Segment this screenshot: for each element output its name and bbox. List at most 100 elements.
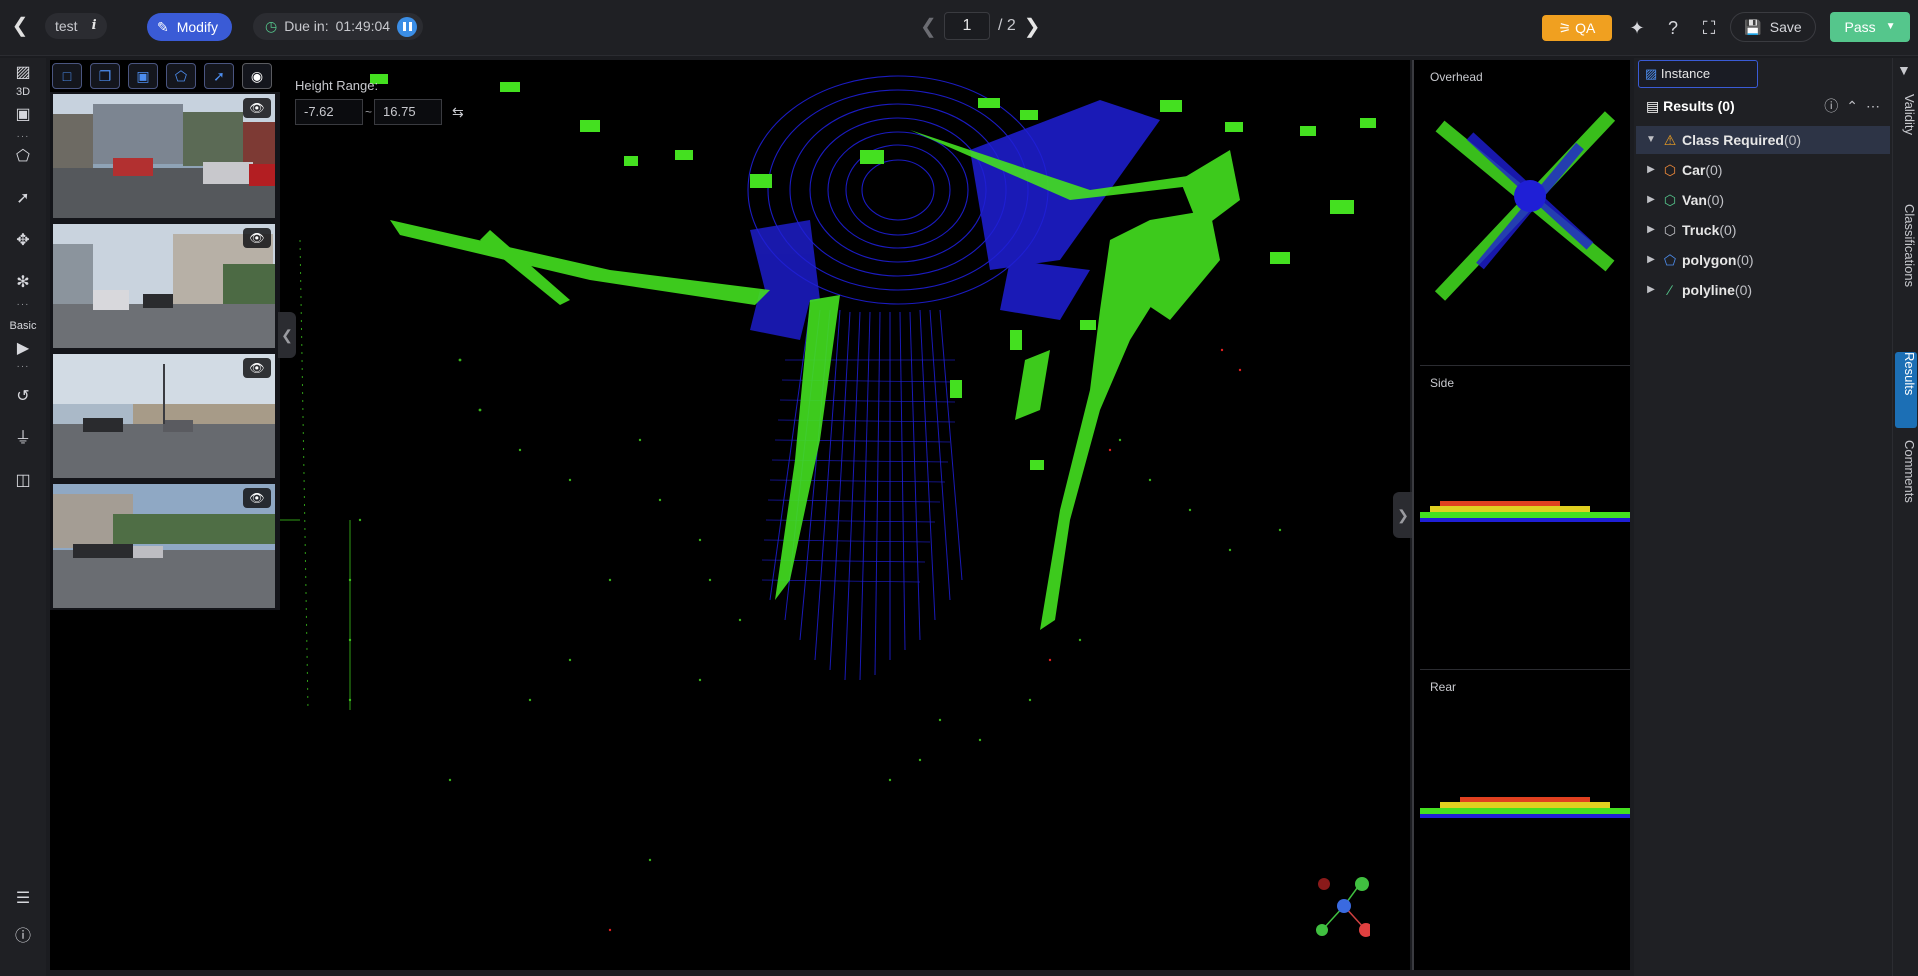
pass-button[interactable]: Pass ▼ (1830, 12, 1910, 42)
height-min-input[interactable]: -7.62 (295, 99, 363, 125)
results-row[interactable]: ▶ ⬡ Van (0) (1636, 186, 1890, 214)
line-tool-icon[interactable]: ➚ (204, 63, 234, 89)
camera-image[interactable]: 👁 (53, 484, 275, 608)
cuboid-tool-icon[interactable]: ❐ (90, 63, 120, 89)
results-row-count: (0) (1706, 192, 1725, 208)
save-button[interactable]: 💾 Save (1730, 12, 1816, 42)
rear-title: Rear (1430, 680, 1457, 694)
fullscreen-icon[interactable]: ⛶ (1696, 15, 1722, 41)
results-row[interactable]: ▼ ⚠ Class Required (0) (1636, 126, 1890, 154)
expand-caret-icon[interactable]: ▶ (1642, 156, 1660, 184)
axis-gizmo[interactable] (1310, 870, 1370, 940)
results-row[interactable]: ▶ ⬡ Truck (0) (1636, 216, 1890, 244)
collapse-camera-icon[interactable]: ❮ (278, 312, 296, 358)
expand-caret-icon[interactable]: ▶ (1642, 276, 1660, 304)
left-toolbar: ▨ 3D ▣ ··· ⬠ ➚ ✥ ✻ ··· Basic ▶ ··· ↺ ⏚ ◫… (0, 58, 46, 976)
help-icon[interactable]: ? (1660, 15, 1686, 41)
chevron-down-icon: ▼ (1885, 21, 1896, 32)
results-row-count: (0) (1736, 252, 1754, 268)
street-photo (53, 354, 275, 478)
polygon-tool-icon[interactable]: ⬠ (10, 144, 36, 170)
polygon-icon: ⬠ (1663, 252, 1677, 268)
results-actions: ⓘ ⌃ ⋯ (1824, 94, 1880, 118)
results-row[interactable]: ▶ ⬡ Car (0) (1636, 156, 1890, 184)
results-row[interactable]: ▶ ⬠ polygon (0) (1636, 246, 1890, 274)
side-view[interactable]: Side (1420, 366, 1630, 670)
instance-tab[interactable]: ▨ Instance (1638, 60, 1758, 88)
back-arrow-icon[interactable]: ❮ (8, 14, 32, 38)
height-range-label: Height Range: (295, 78, 379, 93)
overhead-view[interactable]: Overhead (1420, 60, 1630, 366)
qa-button[interactable]: ⚞ QA (1542, 15, 1612, 41)
box-tool-icon[interactable]: ▣ (128, 63, 158, 89)
results-row-name: Truck (1682, 222, 1720, 238)
cube-icon: ▨ (1645, 66, 1658, 81)
expand-caret-icon[interactable]: ▼ (1642, 126, 1660, 154)
tab-classifications[interactable]: Classifications (1895, 204, 1917, 334)
move-tool-icon[interactable]: ✥ (10, 228, 36, 254)
filter-icon[interactable]: ▼ (1897, 62, 1911, 78)
task-pill: test i (45, 13, 107, 39)
ai-annotate-icon[interactable]: ▣ (10, 102, 36, 128)
line-tool-icon[interactable]: ➚ (10, 186, 36, 212)
tab-validity[interactable]: Validity (1895, 94, 1917, 194)
camera-toolbar: □ ❐ ▣ ⬠ ➚ ◉ (52, 63, 272, 89)
collapse-all-icon[interactable]: ⌃ (1846, 94, 1858, 118)
height-max-input[interactable]: 16.75 (374, 99, 443, 125)
eye-icon[interactable]: 👁 (243, 98, 271, 118)
page-input[interactable]: 1 (944, 12, 990, 40)
align-tool-icon[interactable]: ◫ (10, 468, 36, 494)
pause-icon[interactable] (397, 16, 418, 37)
polygon-tool-icon[interactable]: ⬠ (166, 63, 196, 89)
settings-sliders-icon[interactable]: ☰ (10, 886, 36, 912)
due-time: 01:49:04 (335, 18, 391, 34)
more-dots-icon[interactable]: ··· (14, 300, 32, 310)
expand-caret-icon[interactable]: ▶ (1642, 186, 1660, 214)
point-tool-icon[interactable]: ◉ (242, 63, 272, 89)
expand-caret-icon[interactable]: ▶ (1642, 216, 1660, 244)
results-header: ▤ Results (0) ⓘ ⌃ ⋯ (1646, 94, 1886, 118)
help-icon[interactable]: ⓘ (1824, 94, 1838, 118)
eye-icon[interactable]: 👁 (243, 228, 271, 248)
pass-label: Pass (1844, 19, 1876, 35)
side-title: Side (1430, 376, 1455, 390)
results-row-name: Van (1682, 192, 1707, 208)
edit-icon: ✎ (157, 19, 169, 35)
segment-tool-icon[interactable]: ✻ (10, 270, 36, 296)
instance-tab-label: Instance (1660, 66, 1711, 81)
red-points (608, 348, 1242, 932)
results-row-count: (0) (1719, 222, 1737, 238)
tab-comments[interactable]: Comments (1895, 440, 1917, 540)
rect-tool-icon[interactable]: □ (52, 63, 82, 89)
prev-page-icon[interactable]: ❮ (920, 14, 937, 39)
camera-image[interactable]: 👁 (53, 354, 275, 478)
filter-icon[interactable]: ⏚ (10, 426, 36, 452)
next-page-icon[interactable]: ❯ (1024, 14, 1041, 39)
page-total: / 2 (998, 17, 1016, 34)
history-icon[interactable]: ↺ (10, 384, 36, 410)
info-icon[interactable]: i (92, 13, 97, 39)
eye-icon[interactable]: 👁 (243, 488, 271, 508)
results-row[interactable]: ▶ ∕ polyline (0) (1636, 276, 1890, 304)
task-name: test (55, 18, 78, 34)
height-range-separator: ~ (365, 105, 373, 119)
eye-icon[interactable]: 👁 (243, 358, 271, 378)
camera-image[interactable]: 👁 (53, 94, 275, 218)
cube-icon[interactable]: ▨ (10, 60, 36, 86)
results-row-count: (0) (1705, 162, 1723, 178)
mirror-tool-icon[interactable]: ▶ (10, 336, 36, 362)
mode-button[interactable]: ✎ Modify (147, 13, 232, 41)
pointcloud-icon[interactable]: ✦ (1624, 15, 1650, 41)
info-circle-icon[interactable]: ⓘ (10, 924, 36, 950)
overhead-title: Overhead (1430, 70, 1483, 84)
expand-panel-icon[interactable]: ❯ (1393, 492, 1413, 538)
more-dots-icon[interactable]: ··· (14, 362, 32, 372)
expand-caret-icon[interactable]: ▶ (1642, 246, 1660, 274)
more-dots-icon[interactable]: ··· (14, 132, 32, 142)
swap-icon[interactable]: ⇆ (452, 104, 464, 121)
height-range-inputs: -7.62 ~ 16.75 ⇆ (295, 99, 464, 125)
tab-results[interactable]: Results (1895, 352, 1917, 428)
camera-image[interactable]: 👁 (53, 224, 275, 348)
more-icon[interactable]: ⋯ (1866, 94, 1880, 118)
rear-view[interactable]: Rear (1420, 670, 1630, 970)
